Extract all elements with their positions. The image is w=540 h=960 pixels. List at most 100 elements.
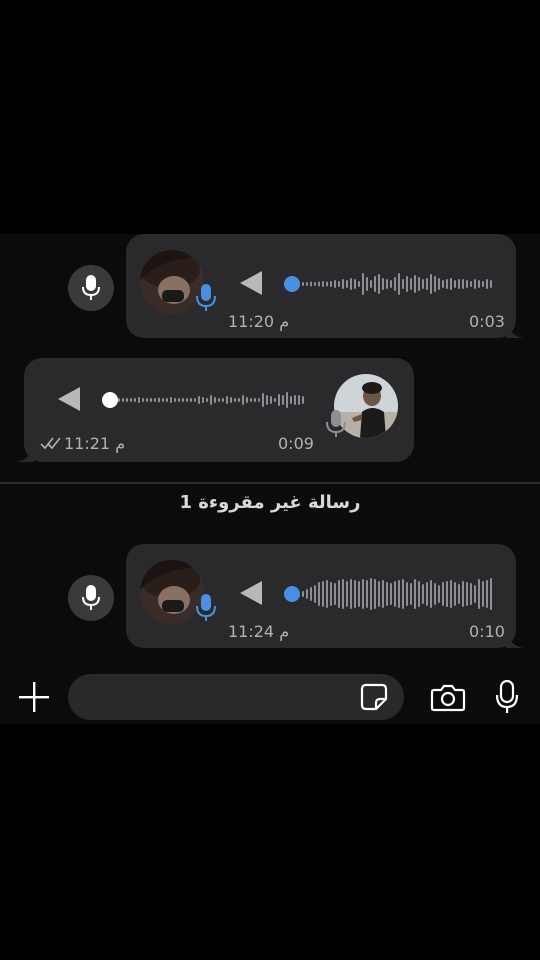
voice-mic-icon-button[interactable] xyxy=(68,265,114,311)
waveform-bar xyxy=(482,581,484,607)
waveform[interactable] xyxy=(302,574,494,614)
play-icon[interactable] xyxy=(240,271,262,295)
waveform-bar xyxy=(154,398,156,402)
waveform-bar xyxy=(398,273,400,295)
waveform-bar xyxy=(422,584,424,604)
waveform-bar xyxy=(342,579,344,609)
waveform-bar xyxy=(298,395,300,405)
waveform-bar xyxy=(362,579,364,609)
waveform-bar xyxy=(354,279,356,289)
waveform-bar xyxy=(178,398,180,402)
waveform-bar xyxy=(394,581,396,607)
waveform-bar xyxy=(418,581,420,607)
play-icon[interactable] xyxy=(240,581,262,605)
playback-position[interactable] xyxy=(284,586,300,602)
voice-message-bubble[interactable]: 11:21 م 0:09 xyxy=(16,358,414,462)
waveform-bar xyxy=(450,580,452,608)
waveform-bar xyxy=(466,582,468,606)
waveform-bar xyxy=(142,398,144,402)
waveform-bar xyxy=(418,277,420,291)
waveform-bar xyxy=(282,395,284,405)
waveform-bar xyxy=(478,579,480,609)
message-input[interactable] xyxy=(68,674,404,720)
waveform-bar xyxy=(222,398,224,402)
waveform-bar xyxy=(402,579,404,609)
waveform-bar xyxy=(274,398,276,402)
playback-position[interactable] xyxy=(284,276,300,292)
waveform-bar xyxy=(358,281,360,287)
waveform-bar xyxy=(410,583,412,605)
waveform-bar xyxy=(442,280,444,288)
waveform-bar xyxy=(442,582,444,606)
waveform-bar xyxy=(318,582,320,606)
waveform-bar xyxy=(406,276,408,292)
waveform-bar xyxy=(334,280,336,288)
waveform-bar xyxy=(390,280,392,288)
waveform-bar xyxy=(446,279,448,289)
plus-icon[interactable] xyxy=(19,682,49,712)
waveform-bar xyxy=(378,581,380,607)
waveform-bar xyxy=(414,579,416,609)
sender-avatar[interactable] xyxy=(140,560,204,624)
sender-avatar[interactable] xyxy=(140,250,204,314)
waveform-bar xyxy=(346,280,348,288)
waveform-bar xyxy=(322,581,324,607)
waveform-bar xyxy=(366,277,368,291)
waveform-bar xyxy=(374,579,376,609)
waveform-bar xyxy=(366,580,368,608)
voice-mic-icon-button[interactable] xyxy=(68,575,114,621)
voice-message-bubble[interactable]: 11:20 م 0:03 xyxy=(126,234,524,338)
chat-area: 11:20 م 0:03 11:21 م 0:09 1 رسالة غير مق… xyxy=(0,234,540,660)
waveform-bar xyxy=(302,396,304,404)
waveform-bar xyxy=(386,279,388,289)
waveform-bar xyxy=(202,397,204,403)
waveform-bar xyxy=(122,398,124,402)
waveform-bar xyxy=(354,580,356,608)
waveform-bar xyxy=(410,278,412,290)
play-icon[interactable] xyxy=(58,387,80,411)
waveform-bar xyxy=(374,276,376,292)
camera-icon[interactable] xyxy=(430,684,466,712)
waveform-bar xyxy=(130,398,132,402)
sticker-icon[interactable] xyxy=(360,683,388,711)
waveform-bar xyxy=(330,281,332,287)
waveform-bar xyxy=(138,397,140,403)
waveform-bar xyxy=(382,278,384,290)
microphone-icon xyxy=(326,410,346,437)
waveform-bar xyxy=(234,398,236,402)
waveform-bar xyxy=(314,585,316,603)
waveform-bar xyxy=(254,398,256,402)
waveform-bar xyxy=(218,398,220,402)
waveform-bar xyxy=(290,396,292,404)
waveform-bar xyxy=(394,277,396,291)
voice-message-bubble[interactable]: 11:24 م 0:10 xyxy=(126,544,524,648)
waveform-bar xyxy=(482,281,484,287)
waveform-bar xyxy=(190,398,192,402)
waveform-bar xyxy=(362,273,364,295)
bubble-tail xyxy=(506,632,524,648)
microphone-icon[interactable] xyxy=(495,680,519,714)
waveform-bar xyxy=(310,587,312,601)
waveform-bar xyxy=(162,398,164,402)
waveform[interactable] xyxy=(118,380,308,420)
waveform[interactable] xyxy=(302,264,494,304)
waveform-bar xyxy=(474,585,476,603)
waveform-bar xyxy=(378,274,380,294)
waveform-bar xyxy=(490,578,492,610)
waveform-bar xyxy=(434,276,436,292)
waveform-bar xyxy=(454,280,456,288)
playback-position[interactable] xyxy=(102,392,118,408)
microphone-icon xyxy=(82,585,100,610)
message-time: 11:20 م xyxy=(228,312,290,331)
waveform-bar xyxy=(302,282,304,286)
waveform-bar xyxy=(246,397,248,403)
waveform-bar xyxy=(466,280,468,288)
waveform-bar xyxy=(166,398,168,402)
waveform-bar xyxy=(326,580,328,608)
waveform-bar xyxy=(174,398,176,402)
waveform-bar xyxy=(490,280,492,288)
waveform-bar xyxy=(310,281,312,287)
waveform-bar xyxy=(126,398,128,402)
voice-duration: 0:03 xyxy=(469,312,505,331)
waveform-bar xyxy=(306,282,308,286)
